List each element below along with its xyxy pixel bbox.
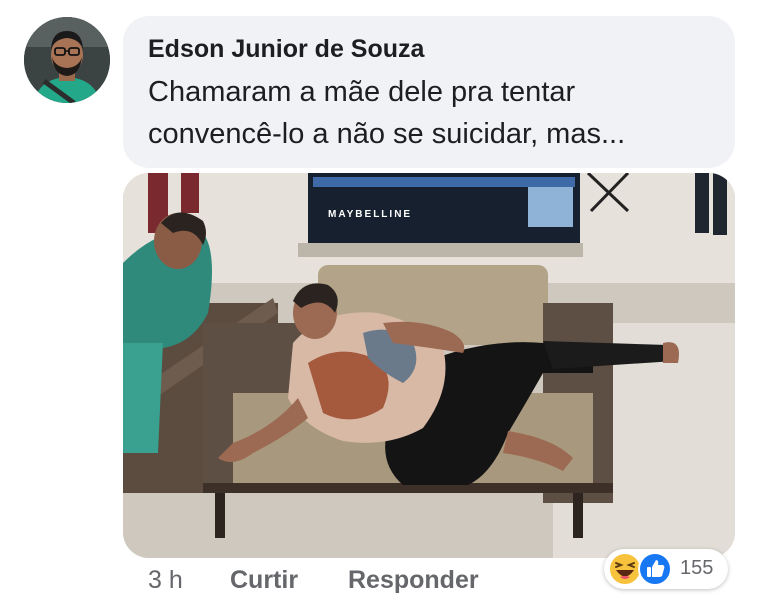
comment-text-line-2: convencê-lo a não se suicidar, mas... bbox=[148, 118, 626, 150]
photo-sign-text: MAYBELLINE bbox=[328, 209, 412, 220]
haha-icon bbox=[608, 552, 642, 586]
like-button[interactable]: Curtir bbox=[230, 566, 298, 595]
photo-image: MAYBELLINE bbox=[123, 173, 735, 558]
comment-author[interactable]: Edson Junior de Souza bbox=[148, 35, 424, 64]
comment-timestamp[interactable]: 3 h bbox=[148, 566, 183, 595]
reactions-summary[interactable]: 155 bbox=[604, 549, 728, 589]
avatar-image bbox=[24, 17, 110, 103]
like-icon bbox=[638, 552, 672, 586]
comment-text-line-1: Chamaram a mãe dele pra tentar bbox=[148, 76, 576, 108]
avatar[interactable] bbox=[24, 17, 110, 103]
comment-bubble: Edson Junior de Souza Chamaram a mãe del… bbox=[123, 16, 735, 168]
reply-button[interactable]: Responder bbox=[348, 566, 479, 595]
reaction-count: 155 bbox=[680, 557, 714, 579]
comment-photo[interactable]: MAYBELLINE bbox=[123, 173, 735, 558]
